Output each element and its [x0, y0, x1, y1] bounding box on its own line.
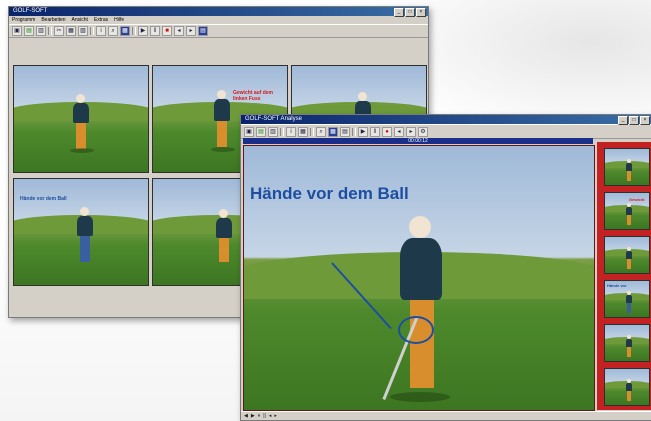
maximize-icon[interactable]: □: [405, 8, 415, 17]
play-icon[interactable]: ▶: [138, 26, 148, 36]
focus-circle: [398, 316, 434, 344]
maximize-icon[interactable]: □: [629, 116, 639, 125]
info-icon[interactable]: i: [96, 26, 106, 36]
video-frame-1[interactable]: [13, 65, 149, 173]
back-window-controls: _ □ ×: [394, 8, 426, 17]
toolbar-separator: [310, 127, 314, 136]
thumbnail-strip: Gewicht Hände vor: [597, 142, 651, 410]
settings-icon[interactable]: ⚙: [418, 126, 428, 137]
save-icon[interactable]: ▤: [256, 126, 266, 137]
layout-icon[interactable]: ▤: [340, 126, 350, 137]
toolbar-separator: [48, 27, 52, 35]
prev-icon[interactable]: ◂: [174, 26, 184, 36]
front-window-titlebar[interactable]: GOLF-SOFT Analyse _ □ ×: [241, 115, 651, 125]
thumbnail-3[interactable]: [604, 236, 650, 274]
grid-icon[interactable]: ▦: [328, 126, 338, 137]
golfer-figure: [74, 207, 98, 267]
prev-icon[interactable]: ◂: [394, 126, 404, 137]
toolbar-separator: [90, 27, 94, 35]
golfer-figure: [70, 94, 94, 154]
menu-extras[interactable]: Extras: [94, 16, 108, 24]
save-icon[interactable]: ▤: [24, 26, 34, 36]
minimize-icon[interactable]: _: [618, 116, 628, 125]
golfer-figure: [625, 159, 633, 181]
golfer-figure: [625, 291, 633, 313]
back-window-toolbar: ▣ ▤ ▥ ✂ ▦ ▧ i ⌕ ▦ ▶ ‖ ■ ◂ ▸ ▤: [9, 24, 428, 38]
grid-icon[interactable]: ▦: [120, 26, 130, 36]
stop-icon[interactable]: ●: [382, 126, 392, 137]
golfer-figure: [211, 90, 235, 154]
menu-hilfe[interactable]: Hilfe: [114, 16, 124, 24]
close-icon[interactable]: ×: [416, 8, 426, 17]
minimize-icon[interactable]: _: [394, 8, 404, 17]
thumbnail-2[interactable]: Gewicht: [604, 192, 650, 230]
status-pause-button[interactable]: ⏸: [258, 413, 261, 419]
position-label: 00:00:12: [408, 138, 428, 144]
cut-icon[interactable]: ✂: [54, 26, 64, 36]
back-window-menubar: Programm Bearbeiten Ansicht Extras Hilfe: [9, 16, 428, 24]
main-video-view[interactable]: Hände vor dem Ball: [243, 145, 595, 411]
layout-icon[interactable]: ▤: [198, 26, 208, 36]
next-icon[interactable]: ▸: [186, 26, 196, 36]
status-step-fwd-button[interactable]: ▸: [274, 413, 277, 419]
thumbnail-5[interactable]: [604, 324, 650, 362]
front-window: GOLF-SOFT Analyse _ □ × ▣ ▤ ▥ i ▦ ⌕ ▦ ▤ …: [240, 114, 651, 421]
thumbnail-annotation: Hände vor: [607, 283, 627, 288]
golfer-figure: [625, 335, 633, 357]
frame-annotation: Hände vor dem Ball: [20, 196, 67, 202]
copy-icon[interactable]: ▦: [66, 26, 76, 36]
next-icon[interactable]: ▸: [406, 126, 416, 137]
frame-annotation: Gewicht auf dem linken Fuss: [233, 90, 274, 102]
golfer-figure: [625, 247, 633, 269]
toolbar-separator: [280, 127, 284, 136]
toolbar-separator: [352, 127, 356, 136]
pause-icon[interactable]: ‖: [150, 26, 160, 36]
pause-icon[interactable]: ‖: [370, 126, 380, 137]
thumbnail-6[interactable]: [604, 368, 650, 406]
menu-bearbeiten[interactable]: Bearbeiten: [41, 16, 65, 24]
copy-icon[interactable]: ▦: [298, 126, 308, 137]
front-window-toolbar: ▣ ▤ ▥ i ▦ ⌕ ▦ ▤ ▶ ‖ ● ◂ ▸ ⚙: [241, 124, 651, 139]
front-window-title: GOLF-SOFT Analyse: [245, 116, 302, 122]
play-icon[interactable]: ▶: [358, 126, 368, 137]
main-annotation: Hände vor dem Ball: [250, 184, 409, 203]
thumbnail-4[interactable]: Hände vor: [604, 280, 650, 318]
info-icon[interactable]: i: [286, 126, 296, 137]
thumbnail-1[interactable]: [604, 148, 650, 186]
paste-icon[interactable]: ▧: [78, 26, 88, 36]
status-bar: ◀ ▶ ⏸ || ◂ ▸: [241, 411, 651, 420]
status-prev-button[interactable]: ◀: [244, 413, 248, 419]
golfer-figure: [625, 203, 633, 225]
front-window-controls: _ □ ×: [618, 116, 650, 125]
stop-icon[interactable]: ■: [162, 26, 172, 36]
video-frame-4[interactable]: Hände vor dem Ball: [13, 178, 149, 286]
toolbar-separator: [132, 27, 136, 35]
status-stop-button[interactable]: ||: [263, 413, 266, 419]
menu-programm[interactable]: Programm: [12, 16, 35, 24]
status-play-button[interactable]: ▶: [251, 413, 255, 419]
golfer-figure: [625, 379, 633, 401]
back-window-titlebar[interactable]: GOLF-SOFT _ □ ×: [9, 7, 428, 17]
zoom-icon[interactable]: ⌕: [316, 126, 326, 137]
golfer-figure: [213, 209, 237, 267]
back-window-title: GOLF-SOFT: [13, 8, 48, 14]
golfer-figure: [382, 216, 454, 406]
zoom-icon[interactable]: ⌕: [108, 26, 118, 36]
status-step-back-button[interactable]: ◂: [269, 413, 272, 419]
folder-icon[interactable]: ▣: [12, 26, 22, 36]
close-icon[interactable]: ×: [640, 116, 650, 125]
print-icon[interactable]: ▥: [36, 26, 46, 36]
print-icon[interactable]: ▥: [268, 126, 278, 137]
position-bar[interactable]: 00:00:12: [243, 138, 593, 144]
thumbnail-annotation: Gewicht: [629, 197, 645, 202]
menu-ansicht[interactable]: Ansicht: [72, 16, 88, 24]
folder-icon[interactable]: ▣: [244, 126, 254, 137]
